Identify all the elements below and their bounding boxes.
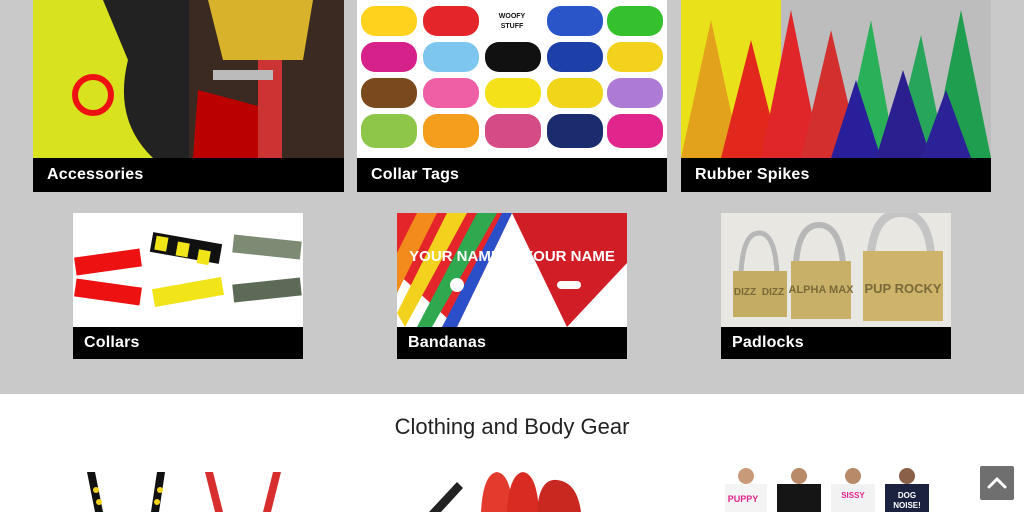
clothing-item-tshirts[interactable]: PUPPY SISSY DOG NOISE! [721, 468, 951, 512]
category-tile-padlocks[interactable]: DIZZ DIZZ ALPHA MAX PUP ROCKY Padlocks [721, 213, 951, 359]
category-tile-bandanas[interactable]: YOUR NAME YOUR NAME Bandanas [397, 213, 627, 359]
svg-text:STUFF: STUFF [501, 23, 524, 30]
svg-text:DIZZ: DIZZ [734, 287, 756, 298]
category-label: Bandanas [397, 327, 627, 359]
svg-text:PUPPY: PUPPY [728, 494, 759, 504]
svg-text:YOUR NAME: YOUR NAME [409, 248, 501, 265]
category-tile-collars[interactable]: Collars [73, 213, 303, 359]
svg-text:YOUR NAME: YOUR NAME [523, 248, 615, 265]
svg-text:DIZZ: DIZZ [762, 287, 784, 298]
category-label: Padlocks [721, 327, 951, 359]
svg-text:NOISE!: NOISE! [893, 501, 921, 510]
padlocks-image: DIZZ DIZZ ALPHA MAX PUP ROCKY [721, 213, 951, 327]
socks-image [397, 468, 627, 512]
category-label: Collars [73, 327, 303, 359]
harness-image [73, 468, 303, 512]
bandanas-image: YOUR NAME YOUR NAME [397, 213, 627, 327]
category-label: Rubber Spikes [681, 158, 991, 192]
category-label: Accessories [33, 158, 344, 192]
svg-text:ALPHA MAX: ALPHA MAX [789, 284, 855, 296]
section-title: Clothing and Body Gear [394, 414, 630, 439]
svg-text:SISSY: SISSY [841, 491, 865, 500]
clothing-item-socks[interactable] [397, 468, 627, 512]
collars-image [73, 213, 303, 327]
back-to-top-button[interactable] [980, 466, 1014, 500]
rubber-spikes-image [681, 0, 991, 158]
clothing-item-harness[interactable] [73, 468, 303, 512]
chevron-up-icon [987, 477, 1007, 489]
collar-tags-image: WOOFY STUFF [357, 0, 667, 158]
category-tile-accessories[interactable]: Accessories [33, 0, 344, 192]
category-tile-collar-tags[interactable]: WOOFY STUFF Collar Tags [357, 0, 667, 192]
svg-text:DOG: DOG [898, 491, 916, 500]
category-tile-rubber-spikes[interactable]: Rubber Spikes [681, 0, 991, 192]
accessories-image [33, 0, 344, 158]
category-label: Collar Tags [357, 158, 667, 192]
tshirts-image: PUPPY SISSY DOG NOISE! [721, 468, 951, 512]
svg-text:WOOFY: WOOFY [499, 13, 526, 20]
svg-text:PUP ROCKY: PUP ROCKY [864, 281, 941, 296]
